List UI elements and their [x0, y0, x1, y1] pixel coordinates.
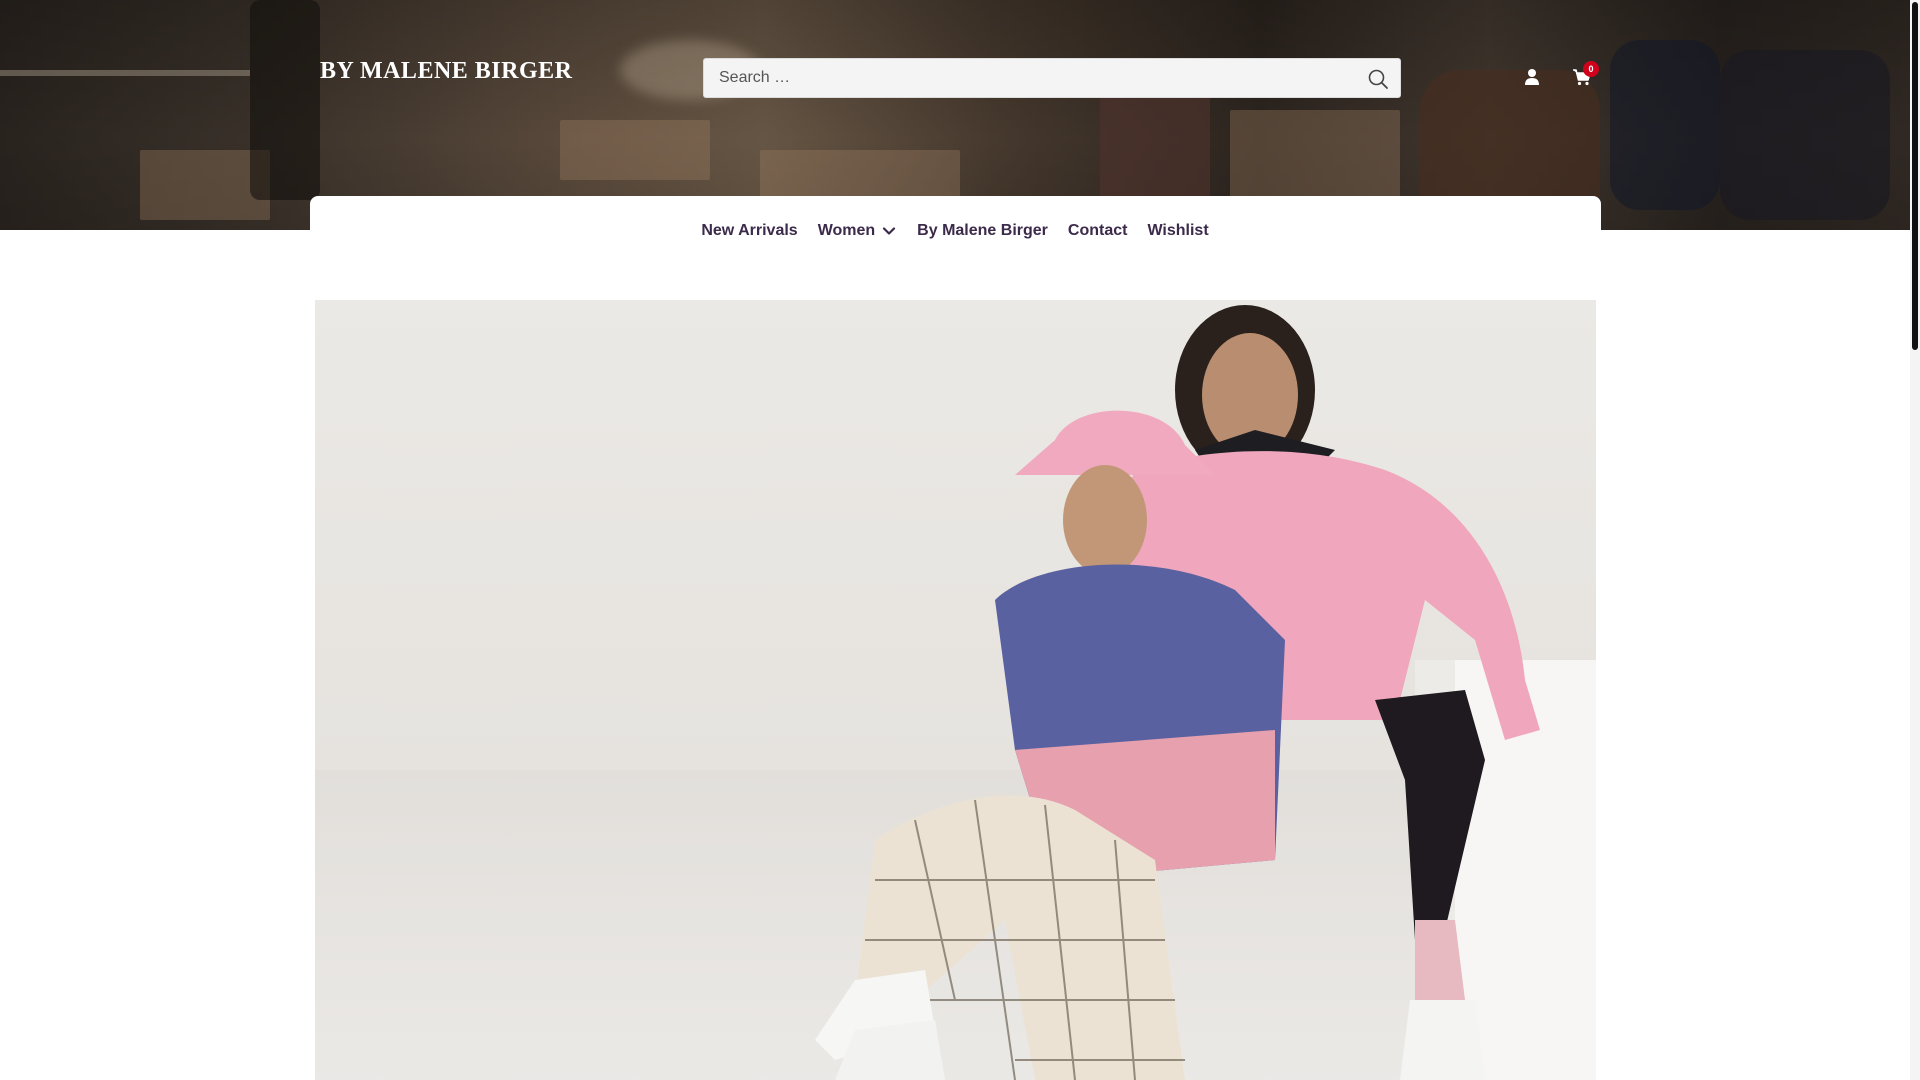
page-scrollbar[interactable] — [1910, 0, 1920, 1080]
nav-item-label: By Malene Birger — [917, 222, 1048, 239]
nav-item-contact[interactable]: Contact — [1068, 222, 1128, 240]
brand-logo[interactable]: BY MALENE BIRGER — [320, 58, 572, 85]
search-bar — [703, 58, 1401, 98]
chevron-down-icon[interactable] — [881, 223, 897, 239]
hero-image[interactable] — [315, 300, 1596, 1080]
hero-models-illustration — [815, 305, 1596, 1080]
nav-item-label: Wishlist — [1147, 222, 1209, 239]
nav-item-by-malene-birger[interactable]: By Malene Birger — [917, 222, 1048, 240]
cart-count-badge: 0 — [1583, 61, 1599, 77]
search-input[interactable] — [704, 59, 1344, 97]
nav-item-label: Contact — [1067, 222, 1128, 239]
scrollbar-thumb[interactable] — [1912, 2, 1918, 350]
nav-item-women[interactable]: Women — [818, 222, 897, 240]
nav-item-label: Women — [817, 222, 876, 239]
nav-item-wishlist[interactable]: Wishlist — [1147, 222, 1208, 240]
search-icon[interactable] — [1366, 67, 1390, 91]
nav-item-new-arrivals[interactable]: New Arrivals — [701, 222, 797, 240]
nav-item-label: New Arrivals — [701, 222, 798, 239]
user-icon[interactable] — [1524, 68, 1540, 86]
main-navigation: New Arrivals Women By Malene Birger Cont… — [0, 222, 1910, 240]
